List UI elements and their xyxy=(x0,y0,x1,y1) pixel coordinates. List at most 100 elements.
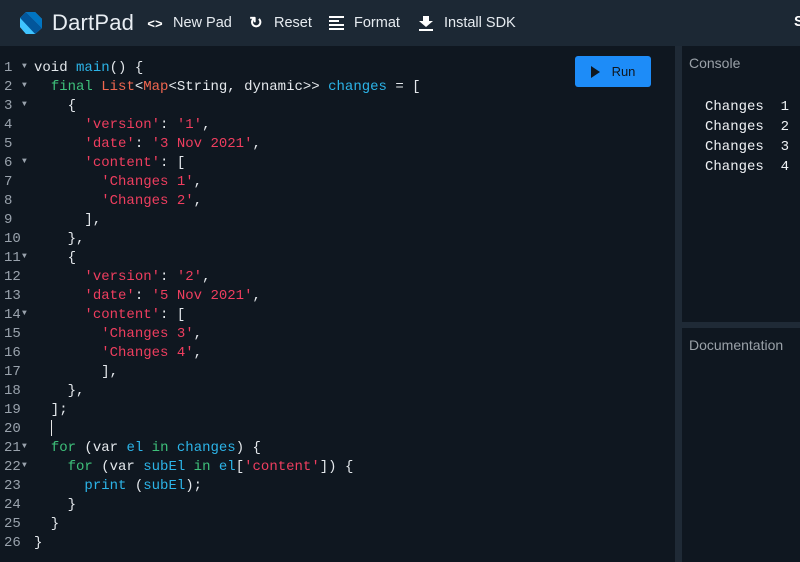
vertical-splitter[interactable] xyxy=(675,46,682,562)
code-editor[interactable]: 1 ▼ void main() {2 ▼ final List<Map<String,… xyxy=(0,46,675,562)
code-token: , xyxy=(202,117,211,133)
code-token: : [ xyxy=(160,307,186,323)
code-token: : xyxy=(160,117,177,133)
line-number: 10 xyxy=(4,231,21,247)
code-token: ], xyxy=(34,364,119,380)
code-token: } xyxy=(34,497,77,513)
code-line[interactable]: 5 'date': '3 Nov 2021', xyxy=(0,135,421,154)
download-icon xyxy=(417,14,435,32)
fold-arrow-icon[interactable]: ▼ xyxy=(22,97,34,113)
run-button[interactable]: Run xyxy=(575,56,651,87)
code-line[interactable]: 4 'version': '1', xyxy=(0,116,421,135)
code-token: 'Changes 2' xyxy=(101,193,194,209)
code-line[interactable]: 24 } xyxy=(0,496,421,515)
code-line[interactable]: 8 'Changes 2', xyxy=(0,192,421,211)
code-line[interactable]: 10 }, xyxy=(0,230,421,249)
line-number: 6 xyxy=(4,155,13,171)
code-token: subEl xyxy=(143,478,186,494)
code-line[interactable]: 16 'Changes 4', xyxy=(0,344,421,363)
code-line[interactable]: 6 ▼ 'content': [ xyxy=(0,154,421,173)
code-token: : xyxy=(134,136,152,152)
code-token: , xyxy=(193,326,203,342)
code-token: : xyxy=(134,288,152,304)
code-line[interactable]: 14▼ 'content': [ xyxy=(0,306,421,325)
code-token: List xyxy=(101,79,135,95)
code-line[interactable]: 23 print (subEl); xyxy=(0,477,421,496)
new-pad-button[interactable]: <> New Pad xyxy=(146,13,231,33)
console-output: Changes 1 Changes 2 Changes 3 Changes 4 xyxy=(705,97,789,177)
code-line[interactable]: 3 ▼ { xyxy=(0,97,421,116)
line-number: 25 xyxy=(4,516,21,532)
fold-arrow-icon[interactable]: ▼ xyxy=(22,458,34,474)
code-token: 'Changes 1' xyxy=(101,174,194,190)
line-number: 13 xyxy=(4,288,21,304)
code-line[interactable]: 18 }, xyxy=(0,382,421,401)
fold-arrow-icon[interactable]: ▼ xyxy=(22,154,34,170)
code-line[interactable]: 13 'date': '5 Nov 2021', xyxy=(0,287,421,306)
code-line[interactable]: 21▼ for (var el in changes) { xyxy=(0,439,421,458)
code-token: , xyxy=(202,269,211,285)
code-line[interactable]: 11▼ { xyxy=(0,249,421,268)
fold-arrow-icon[interactable]: ▼ xyxy=(22,78,34,94)
code-line[interactable]: 12 'version': '2', xyxy=(0,268,421,287)
code-lines[interactable]: 1 ▼ void main() {2 ▼ final List<Map<String,… xyxy=(0,59,421,553)
line-number: 26 xyxy=(4,535,21,551)
code-token: { xyxy=(34,250,77,266)
console-line: Changes 1 xyxy=(705,99,790,115)
code-line[interactable]: 19 ]; xyxy=(0,401,421,420)
code-line[interactable]: 7 'Changes 1', xyxy=(0,173,421,192)
code-line[interactable]: 26} xyxy=(0,534,421,553)
fold-arrow-icon[interactable]: ▼ xyxy=(22,249,34,265)
code-token: 'content' xyxy=(84,155,161,171)
code-token: main xyxy=(76,60,110,76)
install-sdk-button[interactable]: Install SDK xyxy=(417,13,516,33)
code-token: (var xyxy=(92,459,144,475)
code-token: 'Changes 3' xyxy=(101,326,194,342)
line-number: 20 xyxy=(4,421,21,437)
fold-arrow-icon[interactable]: ▼ xyxy=(22,306,34,322)
code-token: for xyxy=(50,440,77,456)
code-token: for xyxy=(67,459,93,475)
code-line[interactable]: 2 ▼ final List<Map<String, dynamic>> chan… xyxy=(0,78,421,97)
code-token: '3 Nov 2021' xyxy=(151,136,253,152)
text-cursor xyxy=(50,420,52,437)
line-number: 8 xyxy=(4,193,13,209)
code-token: } xyxy=(34,535,43,551)
code-brackets-icon: <> xyxy=(147,15,163,31)
fold-arrow-icon[interactable]: ▼ xyxy=(22,439,34,455)
reset-button[interactable]: ↻ Reset xyxy=(247,13,312,33)
code-token: subEl xyxy=(143,459,186,475)
code-line[interactable]: 9 ], xyxy=(0,211,421,230)
code-token: '2' xyxy=(176,269,203,285)
line-number: 3 xyxy=(4,98,13,114)
code-line[interactable]: 25 } xyxy=(0,515,421,534)
code-token: } xyxy=(34,516,60,532)
code-token: <String, dynamic>> xyxy=(168,79,329,95)
code-token: ]; xyxy=(34,402,68,418)
code-line[interactable]: 22▼ for (var subEl in el['content']) { xyxy=(0,458,421,477)
code-line[interactable]: 20 xyxy=(0,420,421,439)
fold-arrow-icon[interactable]: ▼ xyxy=(22,59,34,75)
code-token: : [ xyxy=(160,155,186,171)
console-line: Changes 2 xyxy=(705,119,790,135)
code-line[interactable]: 17 ], xyxy=(0,363,421,382)
clipped-header-text: S xyxy=(794,13,800,30)
code-token: 'content' xyxy=(84,307,161,323)
code-line[interactable]: 15 'Changes 3', xyxy=(0,325,421,344)
line-number: 12 xyxy=(4,269,21,285)
format-button[interactable]: Format xyxy=(327,13,400,33)
code-line[interactable]: 1 ▼ void main() { xyxy=(0,59,421,78)
line-number: 1 xyxy=(4,60,13,76)
run-label: Run xyxy=(611,64,636,79)
